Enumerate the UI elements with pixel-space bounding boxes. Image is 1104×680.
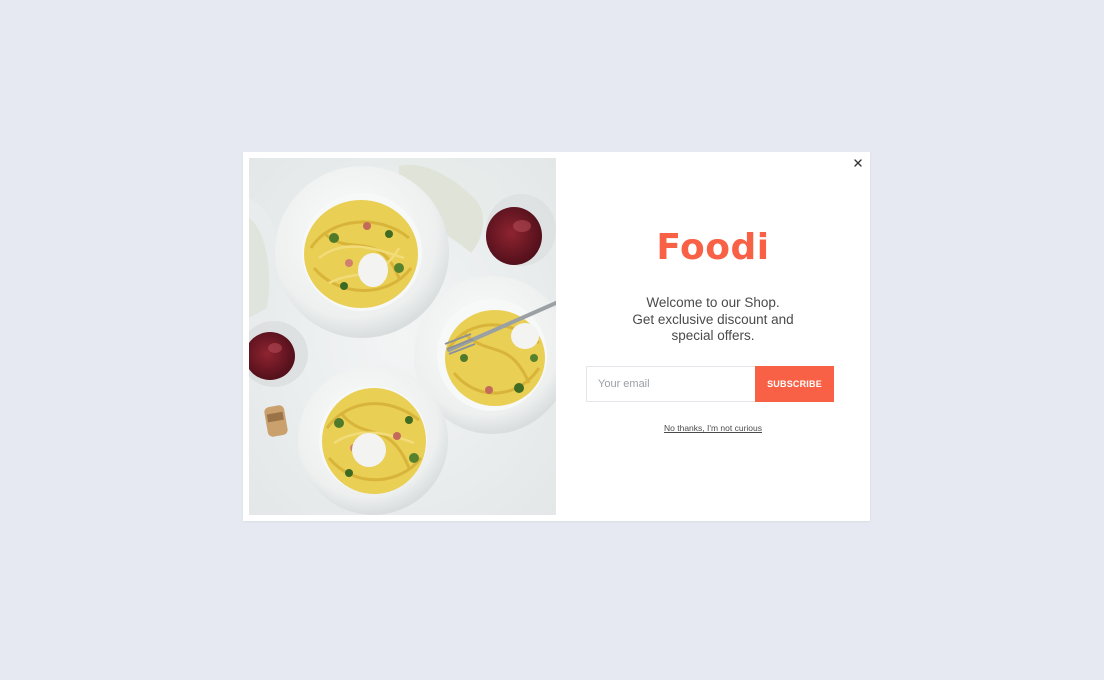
welcome-line: special offers. (671, 328, 755, 343)
welcome-line: Get exclusive discount and (632, 311, 794, 327)
newsletter-popup: Foodi Welcome to our Shop. Get exclusive… (243, 152, 870, 521)
decline-link[interactable]: No thanks, I'm not curious (556, 423, 870, 433)
popup-content: Foodi Welcome to our Shop. Get exclusive… (556, 152, 870, 521)
welcome-message: Welcome to our Shop. Get exclusive disco… (596, 295, 830, 345)
welcome-line: Welcome to our Shop. (646, 295, 780, 310)
pasta-dishes-photo (249, 158, 556, 515)
subscribe-button[interactable]: SUBSCRIBE (755, 366, 834, 402)
pasta-illustration (249, 158, 556, 515)
pasta-1 (304, 200, 418, 308)
brand-logo-text: Foodi (656, 227, 770, 268)
email-input[interactable] (586, 366, 755, 402)
pasta-3 (322, 388, 426, 494)
pasta-2 (445, 310, 545, 406)
subscribe-form: SUBSCRIBE (586, 366, 834, 402)
page-overlay: Foodi Welcome to our Shop. Get exclusive… (0, 0, 1104, 680)
